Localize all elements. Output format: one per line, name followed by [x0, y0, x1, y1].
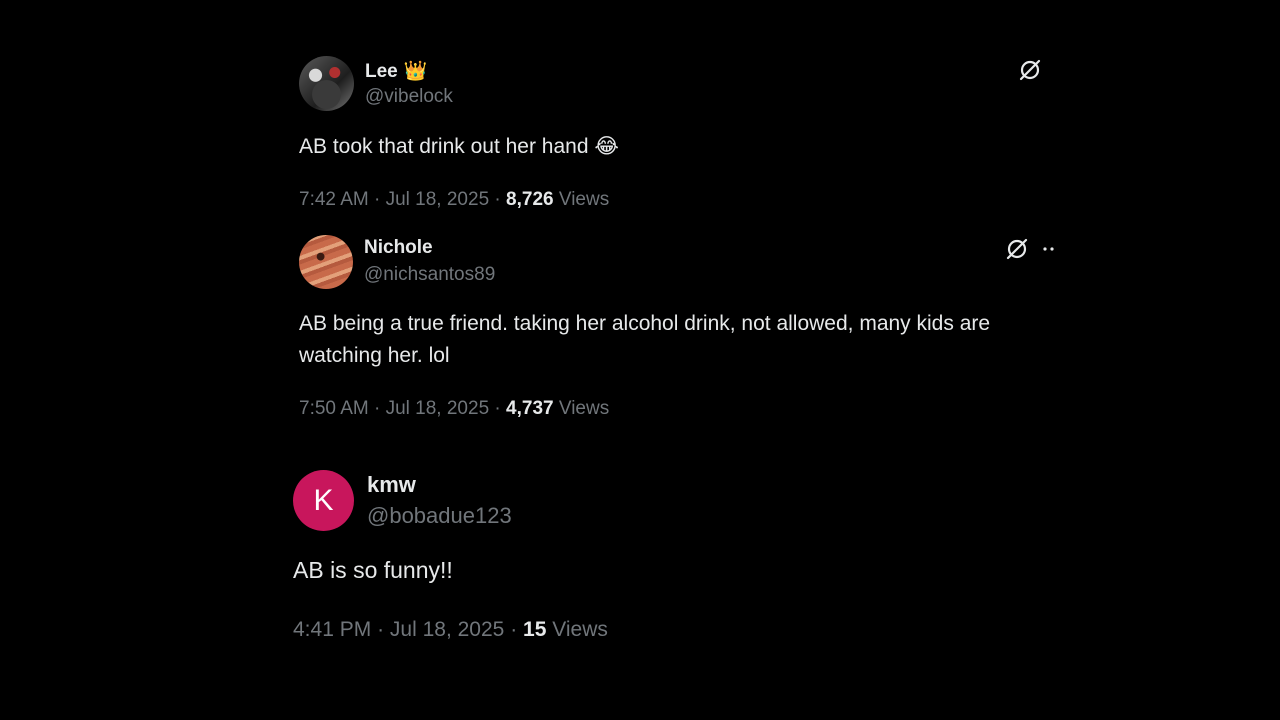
post-text: AB being a true friend. taking her alcoh…: [299, 312, 991, 367]
views-count: 15: [523, 618, 547, 641]
post-text: AB took that drink out her hand 😂: [299, 131, 1059, 163]
separator: ·: [510, 618, 518, 641]
separator: ·: [494, 189, 501, 210]
views-count: 4,737: [506, 398, 554, 419]
crown-badge-icon: 👑: [403, 61, 428, 82]
grok-icon[interactable]: [1018, 58, 1042, 82]
laughing-emoji-icon: 😂: [594, 135, 619, 158]
post-text-content: AB took that drink out her hand: [299, 135, 589, 158]
more-options-icon[interactable]: [1040, 240, 1058, 258]
avatar[interactable]: K: [293, 470, 354, 531]
post-time[interactable]: 4:41 PM: [293, 618, 371, 641]
post-date[interactable]: Jul 18, 2025: [390, 618, 504, 641]
handle[interactable]: @nichsantos89: [364, 264, 495, 286]
post-time[interactable]: 7:50 AM: [299, 398, 369, 419]
separator: ·: [494, 398, 501, 419]
views-label: Views: [552, 618, 608, 641]
avatar[interactable]: [299, 235, 353, 289]
post-date[interactable]: Jul 18, 2025: [386, 398, 490, 419]
display-name[interactable]: Nichole: [364, 237, 433, 259]
views-label: Views: [558, 189, 610, 210]
post-meta: 7:42 AM · Jul 18, 2025 · 8,726 Views: [299, 189, 609, 211]
grok-icon[interactable]: [1005, 237, 1029, 261]
post-text: AB is so funny!!: [293, 557, 453, 583]
post-meta: 4:41 PM · Jul 18, 2025 · 15 Views: [293, 618, 608, 642]
display-name[interactable]: kmw: [367, 472, 416, 498]
post-lee: Lee 👑 @vibelock AB took that drink out he…: [299, 56, 1059, 216]
avatar[interactable]: [299, 56, 354, 111]
post-nichole: Nichole @nichsantos89 AB being a true fr…: [299, 235, 1069, 425]
separator: ·: [374, 398, 381, 419]
handle[interactable]: @vibelock: [365, 86, 453, 108]
post-kmw: K kmw @bobadue123 AB is so funny!! 4:41 …: [293, 470, 1053, 650]
avatar-initial: K: [313, 483, 334, 517]
views-count: 8,726: [506, 189, 554, 210]
views-label: Views: [558, 398, 610, 419]
separator: ·: [377, 618, 385, 641]
separator: ·: [374, 189, 381, 210]
display-name-text: Lee: [365, 61, 398, 82]
post-date[interactable]: Jul 18, 2025: [386, 189, 490, 210]
post-meta: 7:50 AM · Jul 18, 2025 · 4,737 Views: [299, 398, 609, 420]
post-time[interactable]: 7:42 AM: [299, 189, 369, 210]
handle[interactable]: @bobadue123: [367, 503, 512, 529]
display-name[interactable]: Lee 👑: [365, 59, 427, 83]
